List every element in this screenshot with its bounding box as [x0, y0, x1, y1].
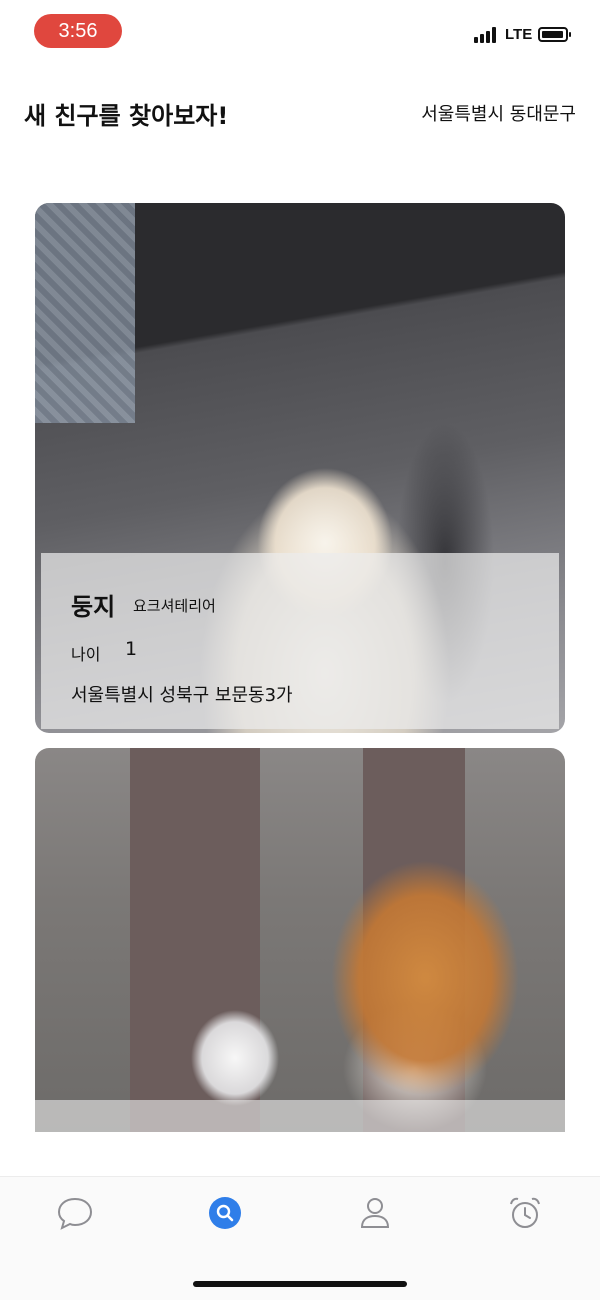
header: 새 친구를 찾아보자! 서울특별시 동대문구: [0, 88, 600, 138]
pet-address: 서울특별시 성북구 보문동3가: [71, 685, 293, 706]
tab-profile[interactable]: [355, 1193, 395, 1233]
network-type: LTE: [505, 26, 533, 43]
search-icon: [209, 1197, 241, 1229]
age-label: 나이: [71, 645, 101, 664]
pet-card[interactable]: 둥지 요크셔테리어 나이 1 서울특별시 성북구 보문동3가: [35, 203, 565, 733]
tab-search[interactable]: [205, 1193, 245, 1233]
tab-bar: [0, 1176, 600, 1300]
age-value: 1: [125, 638, 138, 660]
profile-icon: [360, 1198, 390, 1228]
status-time: 3:56: [34, 14, 122, 48]
pet-info-panel: [35, 1100, 565, 1132]
tab-alarm[interactable]: [505, 1193, 545, 1233]
pet-card[interactable]: [35, 748, 565, 1132]
page-title: 새 친구를 찾아보자!: [24, 102, 229, 130]
chat-bubble-icon: [57, 1197, 93, 1230]
location-selector[interactable]: 서울특별시 동대문구: [421, 100, 576, 126]
tab-chat[interactable]: [55, 1193, 95, 1233]
home-indicator: [193, 1281, 407, 1287]
pet-breed: 요크셔테리어: [133, 597, 216, 615]
battery-icon: [538, 27, 571, 42]
pet-info-panel: 둥지 요크셔테리어 나이 1 서울특별시 성북구 보문동3가: [41, 553, 559, 729]
alarm-clock-icon: [510, 1197, 540, 1228]
signal-icon: [474, 27, 498, 43]
pet-photo: [35, 748, 565, 1132]
status-bar: 3:56 LTE: [0, 0, 600, 60]
pet-name: 둥지: [71, 593, 116, 621]
